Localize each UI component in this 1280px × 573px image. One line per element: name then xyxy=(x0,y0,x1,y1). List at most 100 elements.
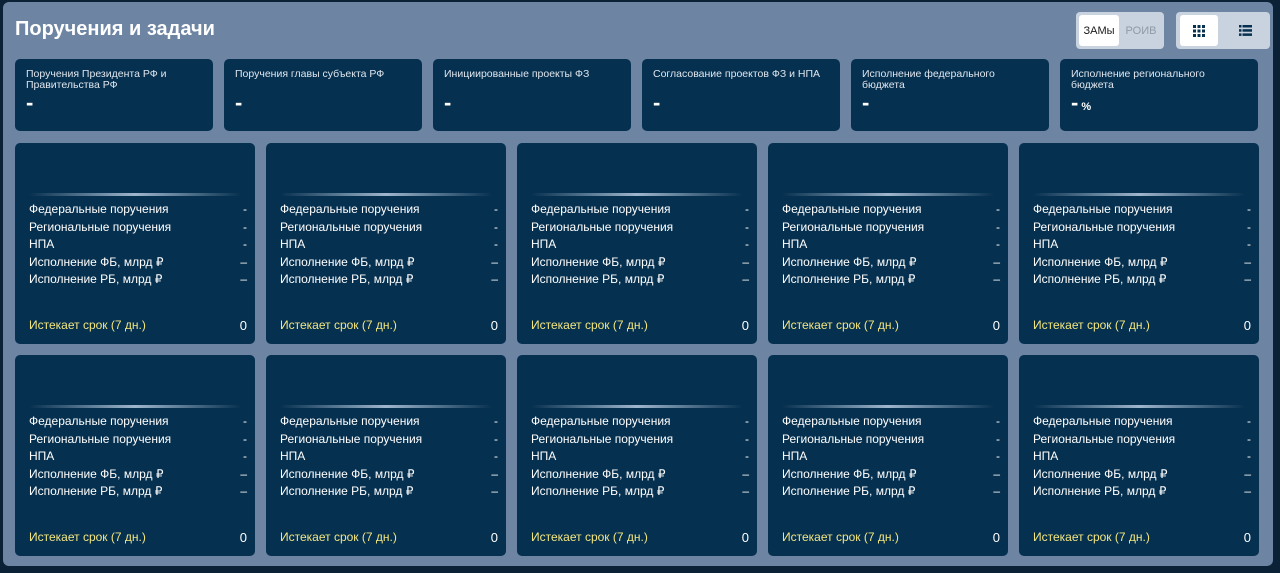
card-metrics: Федеральные поручения - Региональные поруч… xyxy=(1033,201,1251,289)
card-metric-label: Исполнение ФБ, млрд ₽ xyxy=(280,254,415,269)
card-metric-row: Региональные поручения - xyxy=(782,219,1000,237)
official-card[interactable]: Федеральные поручения - Региональные поруч… xyxy=(1019,355,1259,556)
card-metric-label: Исполнение РБ, млрд ₽ xyxy=(531,272,665,286)
card-metric-value: – xyxy=(742,466,749,481)
card-metric-row: Исполнение ФБ, млрд ₽ – xyxy=(782,254,1000,272)
deadline-count: 0 xyxy=(992,318,1000,333)
card-metric-value: - xyxy=(996,414,1000,428)
deadline-count: 0 xyxy=(1243,318,1251,333)
card-deadline-row: Истекает срок (7 дн.) 0 xyxy=(531,530,749,545)
card-metric-label: НПА xyxy=(280,237,306,251)
kpi-label: Согласование проектов ФЗ и НПА xyxy=(653,68,821,80)
card-metric-label: Региональные поручения xyxy=(1033,219,1176,234)
kpi-label: Исполнение регионального бюджета xyxy=(1071,68,1205,91)
official-card[interactable]: Федеральные поручения - Региональные поруч… xyxy=(768,355,1008,556)
kpi-label: Поручения главы субъекта РФ xyxy=(235,68,385,80)
official-card[interactable]: Федеральные поручения - Региональные поруч… xyxy=(266,143,506,344)
official-card[interactable]: Федеральные поручения - Региональные поруч… xyxy=(1019,143,1259,344)
card-metric-row: Исполнение ФБ, млрд ₽ – xyxy=(280,466,498,484)
card-metric-value: – xyxy=(742,254,749,269)
card-metric-value: - xyxy=(494,219,498,234)
card-metric-value: – xyxy=(240,484,247,498)
kpi-card[interactable]: Согласование проектов ФЗ и НПА - xyxy=(642,59,840,131)
card-deadline-row: Истекает срок (7 дн.) 0 xyxy=(280,530,498,545)
deadline-count: 0 xyxy=(490,530,498,545)
card-metric-value: - xyxy=(1247,431,1251,446)
kpi-label: Исполнение федерального бюджета xyxy=(862,68,995,91)
card-metric-label: Федеральные поручения xyxy=(280,414,420,428)
card-metric-label: НПА xyxy=(29,237,55,251)
card-metric-label: НПА xyxy=(782,237,808,251)
card-metric-label: Федеральные поручения xyxy=(29,202,169,216)
card-metric-label: Исполнение РБ, млрд ₽ xyxy=(1033,272,1167,286)
card-metric-value: - xyxy=(1247,219,1251,234)
card-metric-label: Региональные поручения xyxy=(1033,431,1176,446)
card-metric-row: Федеральные поручения - xyxy=(280,201,498,219)
kpi-card[interactable]: Поручения главы субъекта РФ - xyxy=(224,59,422,131)
kpi-value: - xyxy=(444,90,452,115)
card-metric-label: Исполнение ФБ, млрд ₽ xyxy=(782,254,917,269)
official-card[interactable]: Федеральные поручения - Региональные поруч… xyxy=(15,355,255,556)
card-metric-row: НПА - xyxy=(782,448,1000,466)
official-card[interactable]: Федеральные поручения - Региональные поруч… xyxy=(517,355,757,556)
card-metric-row: Исполнение ФБ, млрд ₽ – xyxy=(29,466,247,484)
card-metric-value: – xyxy=(491,254,498,269)
card-metric-value: - xyxy=(996,237,1000,251)
deadline-label: Истекает срок (7 дн.) xyxy=(782,318,899,332)
kpi-card[interactable]: Поручения Президента РФ и Правительства … xyxy=(15,59,213,131)
deadline-count: 0 xyxy=(1243,530,1251,545)
card-metric-row: Федеральные поручения - xyxy=(29,413,247,431)
deadline-label: Истекает срок (7 дн.) xyxy=(1033,318,1150,332)
card-metric-row: Федеральные поручения - xyxy=(1033,413,1251,431)
card-divider xyxy=(531,193,743,196)
card-divider xyxy=(1033,405,1245,408)
card-metric-row: НПА - xyxy=(280,236,498,254)
deadline-count: 0 xyxy=(741,318,749,333)
card-metrics: Федеральные поручения - Региональные поруч… xyxy=(29,201,247,289)
card-metric-value: - xyxy=(996,431,1000,446)
card-metric-label: Исполнение РБ, млрд ₽ xyxy=(782,272,916,286)
kpi-card[interactable]: Исполнение федерального бюджета - xyxy=(851,59,1049,131)
card-metric-row: Исполнение РБ, млрд ₽ – xyxy=(29,483,247,501)
card-metric-value: - xyxy=(1247,414,1251,428)
card-metric-label: Федеральные поручения xyxy=(782,202,922,216)
card-metric-label: Федеральные поручения xyxy=(531,414,671,428)
card-metric-label: Исполнение РБ, млрд ₽ xyxy=(1033,484,1167,498)
card-divider xyxy=(280,193,492,196)
grid-view-button[interactable] xyxy=(1180,15,1218,46)
card-metric-row: Исполнение ФБ, млрд ₽ – xyxy=(29,254,247,272)
card-metric-label: НПА xyxy=(280,449,306,463)
deadline-count: 0 xyxy=(239,530,247,545)
card-metric-label: НПА xyxy=(29,449,55,463)
kpi-value: - xyxy=(235,90,243,115)
card-metric-value: - xyxy=(494,414,498,428)
card-metric-value: – xyxy=(993,254,1000,269)
card-metric-label: Региональные поручения xyxy=(782,219,925,234)
page-title: Поручения и задачи xyxy=(15,18,215,40)
deadline-count: 0 xyxy=(992,530,1000,545)
roiv-button[interactable]: РОИВ xyxy=(1121,15,1161,46)
card-metric-row: Исполнение РБ, млрд ₽ – xyxy=(280,271,498,289)
card-metric-label: НПА xyxy=(531,237,557,251)
official-card[interactable]: Федеральные поручения - Региональные поруч… xyxy=(15,143,255,344)
card-metric-value: - xyxy=(745,237,749,251)
card-metric-value: - xyxy=(996,202,1000,216)
official-card[interactable]: Федеральные поручения - Региональные поруч… xyxy=(266,355,506,556)
card-metric-row: Региональные поручения - xyxy=(782,431,1000,449)
deadline-label: Истекает срок (7 дн.) xyxy=(280,530,397,544)
card-metric-value: - xyxy=(494,449,498,463)
card-metric-value: – xyxy=(742,484,749,498)
card-metric-row: НПА - xyxy=(280,448,498,466)
official-card[interactable]: Федеральные поручения - Региональные поруч… xyxy=(768,143,1008,344)
card-metrics: Федеральные поручения - Региональные поруч… xyxy=(280,413,498,501)
kpi-card[interactable]: Инициированные проекты ФЗ - xyxy=(433,59,631,131)
deadline-count: 0 xyxy=(741,530,749,545)
card-metric-label: Исполнение РБ, млрд ₽ xyxy=(782,484,916,498)
official-card[interactable]: Федеральные поручения - Региональные поруч… xyxy=(517,143,757,344)
kpi-label: Инициированные проекты ФЗ xyxy=(444,68,590,80)
kpi-card[interactable]: Исполнение регионального бюджета -% xyxy=(1060,59,1258,131)
zamy-button[interactable]: ЗАМы xyxy=(1079,15,1119,46)
list-view-button[interactable] xyxy=(1226,15,1264,46)
mode-toggle: ЗАМы РОИВ xyxy=(1076,12,1164,49)
card-divider xyxy=(1033,193,1245,196)
